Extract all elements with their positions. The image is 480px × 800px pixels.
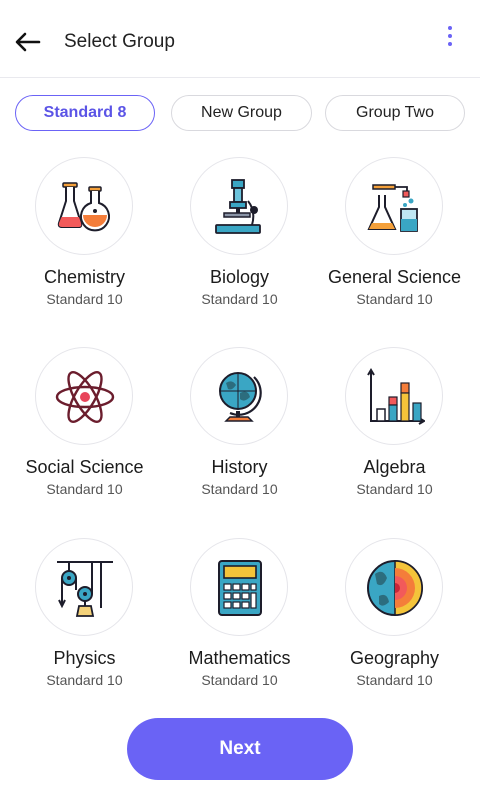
subject-card-physics[interactable]: Physics Standard 10	[7, 535, 162, 695]
subject-standard: Standard 10	[46, 672, 123, 688]
subject-icon-circle	[190, 347, 288, 445]
subject-standard: Standard 10	[46, 481, 123, 497]
globe-icon	[219, 372, 262, 422]
atom-icon	[55, 371, 115, 423]
subject-card-mathematics[interactable]: Mathematics Standard 10	[162, 535, 317, 695]
group-chips: Standard 8 New Group Group Two	[0, 95, 480, 133]
subject-card-general-science[interactable]: General Science Standard 10	[317, 154, 472, 314]
subject-standard: Standard 10	[201, 481, 278, 497]
chip-group-two[interactable]: Group Two	[325, 95, 465, 131]
next-button[interactable]: Next	[127, 718, 353, 780]
earth-layers-icon	[367, 560, 423, 616]
subject-icon-circle	[35, 347, 133, 445]
subject-icon-circle	[190, 157, 288, 255]
calculator-icon	[218, 560, 262, 616]
flasks-icon	[57, 182, 110, 232]
subject-name: General Science	[327, 267, 462, 287]
subject-name: Chemistry	[43, 267, 125, 287]
subject-card-biology[interactable]: Biology Standard 10	[162, 154, 317, 314]
subject-standard: Standard 10	[201, 672, 278, 688]
subject-icon-circle	[345, 538, 443, 636]
subject-name: Mathematics	[188, 648, 291, 668]
subject-name: Geography	[349, 648, 440, 668]
page-title: Select Group	[64, 31, 175, 52]
arrow-left-icon	[15, 32, 41, 52]
subject-icon-circle	[190, 538, 288, 636]
bar-chart-icon	[367, 368, 425, 425]
more-menu-button[interactable]	[438, 24, 462, 52]
subject-icon-circle	[35, 157, 133, 255]
subject-name: History	[211, 457, 268, 477]
more-vertical-icon	[448, 26, 452, 30]
subject-card-chemistry[interactable]: Chemistry Standard 10	[7, 154, 162, 314]
subject-standard: Standard 10	[356, 672, 433, 688]
subject-card-algebra[interactable]: Algebra Standard 10	[317, 344, 472, 504]
subject-icon-circle	[345, 157, 443, 255]
back-button[interactable]	[12, 26, 44, 58]
subject-card-social-science[interactable]: Social Science Standard 10	[7, 344, 162, 504]
subject-standard: Standard 10	[201, 291, 278, 307]
lab-equipment-icon	[367, 184, 418, 232]
subject-standard: Standard 10	[46, 291, 123, 307]
subject-name: Social Science	[25, 457, 144, 477]
subject-icon-circle	[345, 347, 443, 445]
subject-standard: Standard 10	[356, 481, 433, 497]
subject-icon-circle	[35, 538, 133, 636]
pulley-icon	[57, 561, 113, 617]
microscope-icon	[215, 179, 261, 234]
subject-card-geography[interactable]: Geography Standard 10	[317, 535, 472, 695]
subject-name: Algebra	[363, 457, 426, 477]
subject-standard: Standard 10	[356, 291, 433, 307]
chip-standard-8[interactable]: Standard 8	[15, 95, 155, 131]
subject-name: Physics	[53, 648, 116, 668]
subject-name: Biology	[209, 267, 270, 287]
app-header: Select Group	[0, 0, 480, 78]
chip-new-group[interactable]: New Group	[171, 95, 312, 131]
subject-card-history[interactable]: History Standard 10	[162, 344, 317, 504]
